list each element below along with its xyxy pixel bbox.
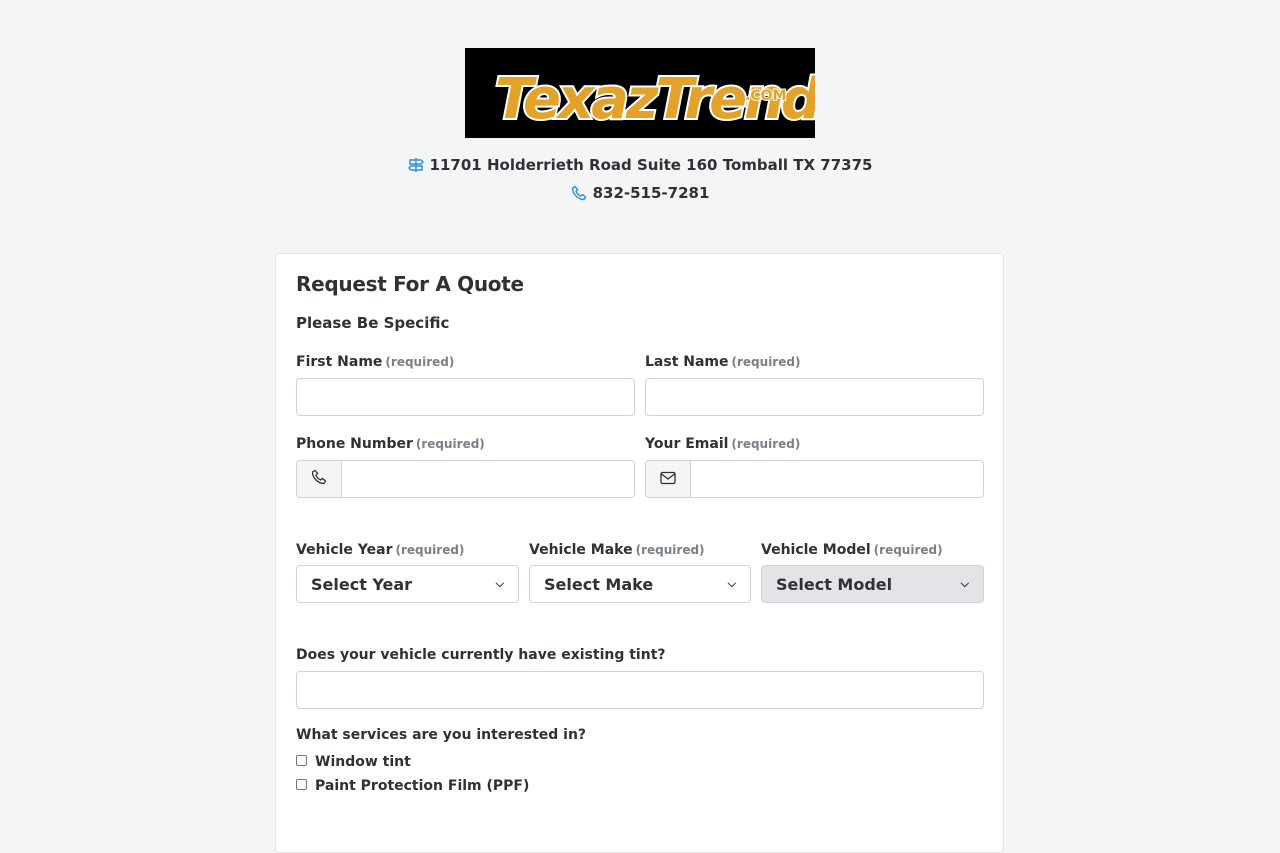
service-option-label: Window tint: [315, 754, 411, 770]
service-option-ppf[interactable]: Paint Protection Film (PPF): [296, 778, 529, 794]
email-input[interactable]: [690, 460, 984, 498]
last-name-label: Last Name (required): [645, 354, 801, 370]
envelope-icon: [660, 470, 676, 489]
existing-tint-input[interactable]: [296, 671, 984, 709]
phone-line[interactable]: 832-515-7281: [0, 184, 1280, 205]
phone-icon: [311, 469, 327, 489]
address-line: 11701 Holderrieth Road Suite 160 Tomball…: [0, 156, 1280, 177]
required-tag: (required): [395, 543, 465, 557]
service-option-label: Paint Protection Film (PPF): [315, 778, 530, 794]
first-name-label: First Name (required): [296, 354, 455, 370]
vehicle-model-label: Vehicle Model (required): [761, 542, 943, 558]
services-label: What services are you interested in?: [296, 727, 587, 743]
vehicle-make-label: Vehicle Make (required): [529, 542, 705, 558]
vehicle-year-label: Vehicle Year (required): [296, 542, 465, 558]
last-name-input[interactable]: [645, 378, 984, 416]
chevron-down-icon: ⌵: [960, 577, 969, 590]
vehicle-model-select[interactable]: Select Model ⌵: [761, 565, 984, 603]
email-addon: [645, 460, 691, 498]
form-title: Request For A Quote: [296, 272, 524, 296]
signpost-icon: [407, 157, 424, 177]
chevron-down-icon: ⌵: [727, 577, 736, 590]
phone-text[interactable]: 832-515-7281: [593, 184, 710, 202]
required-tag: (required): [415, 437, 485, 451]
vehicle-make-selected: Select Make: [544, 574, 654, 594]
logo[interactable]: TexazTrendz .COM: [465, 48, 815, 138]
required-tag: (required): [635, 543, 705, 557]
email-label: Your Email (required): [645, 436, 801, 452]
required-tag: (required): [385, 355, 455, 369]
phone-addon: [296, 460, 342, 498]
vehicle-model-selected: Select Model: [776, 574, 893, 594]
checkbox[interactable]: [296, 754, 307, 766]
existing-tint-label: Does your vehicle currently have existin…: [296, 647, 666, 663]
phone-number-label: Phone Number (required): [296, 436, 485, 452]
first-name-input[interactable]: [296, 378, 635, 416]
chevron-down-icon: ⌵: [495, 577, 504, 590]
form-subtitle: Please Be Specific: [296, 314, 450, 332]
vehicle-year-select[interactable]: Select Year ⌵: [296, 565, 519, 603]
required-tag: (required): [731, 437, 801, 451]
required-tag: (required): [873, 543, 943, 557]
vehicle-make-select[interactable]: Select Make ⌵: [529, 565, 751, 603]
quote-form-card: Request For A Quote Please Be Specific F…: [275, 253, 1004, 853]
logo-suffix: .COM: [745, 88, 786, 104]
required-tag: (required): [731, 355, 801, 369]
address-text: 11701 Holderrieth Road Suite 160 Tomball…: [429, 156, 873, 174]
checkbox[interactable]: [296, 778, 307, 790]
vehicle-year-selected: Select Year: [311, 574, 413, 594]
phone-number-input[interactable]: [341, 460, 635, 498]
service-option-window-tint[interactable]: Window tint: [296, 754, 411, 770]
phone-icon: [571, 185, 587, 205]
